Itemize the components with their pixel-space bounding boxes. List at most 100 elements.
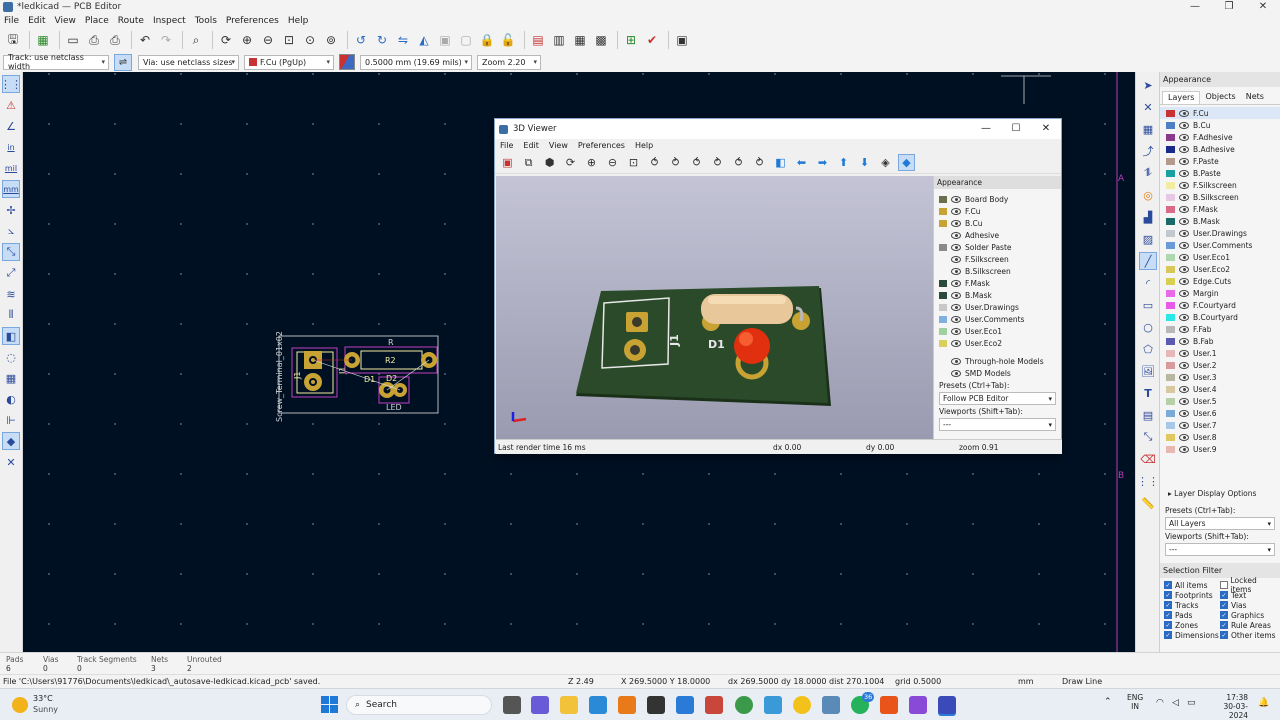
add-footprint-icon[interactable]: ▦: [1139, 120, 1157, 138]
eye-icon[interactable]: [1179, 325, 1189, 333]
add-zone-icon[interactable]: ▟: [1139, 208, 1157, 226]
layer-select[interactable]: F.Cu (PgUp) ▾: [244, 54, 334, 70]
layer-color-swatch[interactable]: [1166, 409, 1175, 417]
layer-color-swatch[interactable]: [1166, 241, 1175, 249]
rotate-ccw-icon[interactable]: ↺: [352, 31, 370, 49]
layer-row[interactable]: User.Eco1: [1160, 251, 1280, 263]
selection-filter-checkbox[interactable]: ✓ Other items: [1220, 630, 1276, 640]
viewer-maximize-button[interactable]: ☐: [1001, 119, 1031, 139]
layer-color-swatch[interactable]: [1166, 301, 1175, 309]
3d-layer-row[interactable]: F.Silkscreen: [934, 253, 1061, 265]
eye-icon[interactable]: [1179, 145, 1189, 153]
layers-manager-icon[interactable]: ◆: [898, 154, 915, 171]
curved-ratsnest-icon[interactable]: ⤢: [2, 264, 20, 282]
checkbox-icon[interactable]: ✓: [1164, 601, 1172, 609]
eye-icon[interactable]: [1179, 349, 1189, 357]
selection-filter-checkbox[interactable]: ✓ Pads: [1164, 610, 1220, 620]
layer-color-swatch[interactable]: [1166, 169, 1175, 177]
eye-icon[interactable]: [1179, 337, 1189, 345]
track-outline-icon[interactable]: ▦: [2, 369, 20, 387]
layer-row[interactable]: F.Mask: [1160, 203, 1280, 215]
layer-color-swatch[interactable]: [1166, 289, 1175, 297]
layer-color-swatch[interactable]: [1166, 133, 1175, 141]
units-mil-toggle[interactable]: mil: [2, 159, 20, 177]
eye-icon[interactable]: [1179, 169, 1189, 177]
measure-tool-icon[interactable]: 📏: [1139, 494, 1157, 512]
selection-filter-checkbox[interactable]: ✓ Vias: [1220, 600, 1276, 610]
via-size-select[interactable]: Via: use netclass sizes ▾: [138, 54, 239, 70]
taskbar-search-box[interactable]: ⌕ Search: [346, 695, 492, 715]
layer-row[interactable]: B.Fab: [1160, 335, 1280, 347]
selection-filter-checkbox[interactable]: ✓ Footprints: [1164, 590, 1220, 600]
layer-color-swatch[interactable]: [1166, 421, 1175, 429]
presets-select[interactable]: All Layers ▾: [1165, 517, 1275, 530]
checkbox-icon[interactable]: ✓: [1164, 621, 1172, 629]
selection-filter-checkbox[interactable]: ✓ Rule Areas: [1220, 620, 1276, 630]
eye-icon[interactable]: [951, 339, 961, 347]
local-ratsnest-icon[interactable]: ✕: [1139, 98, 1157, 116]
layer-row[interactable]: B.Cu: [1160, 119, 1280, 131]
draw-circle-icon[interactable]: ○: [1139, 318, 1157, 336]
eye-icon[interactable]: [1179, 289, 1189, 297]
notion-icon[interactable]: [647, 696, 665, 714]
eye-icon[interactable]: [1179, 277, 1189, 285]
wifi-icon[interactable]: ◠: [1156, 698, 1164, 708]
eye-icon[interactable]: [951, 279, 961, 287]
zoom-selection-icon[interactable]: ⊚: [322, 31, 340, 49]
layer-row[interactable]: B.Adhesive: [1160, 143, 1280, 155]
layer-row[interactable]: F.Cu: [1160, 107, 1280, 119]
grid-toggle-icon[interactable]: ⋮⋮: [0, 75, 22, 93]
eye-icon[interactable]: [1179, 397, 1189, 405]
menu-preferences[interactable]: Preferences: [226, 16, 279, 26]
draw-polygon-icon[interactable]: ⬠: [1139, 340, 1157, 358]
layer-row[interactable]: User.2: [1160, 359, 1280, 371]
layer-row[interactable]: User.Eco2: [1160, 263, 1280, 275]
rotate-x-ccw-icon[interactable]: ⥁: [667, 154, 684, 171]
app-icon[interactable]: [909, 696, 927, 714]
3d-layer-row[interactable]: B.Mask: [934, 289, 1061, 301]
layer-row[interactable]: Edge.Cuts: [1160, 275, 1280, 287]
layer-color-swatch[interactable]: [1166, 157, 1175, 165]
maximize-button[interactable]: ❐: [1212, 0, 1246, 14]
3d-viewer-icon[interactable]: ▩: [592, 31, 610, 49]
rotate-z-cw-icon[interactable]: ⥀: [730, 154, 747, 171]
move-right-icon[interactable]: ➡: [814, 154, 831, 171]
eye-icon[interactable]: [951, 327, 961, 335]
tab-nets[interactable]: Nets: [1241, 91, 1269, 104]
vscode-icon[interactable]: [676, 696, 694, 714]
add-image-icon[interactable]: 🖼: [1139, 362, 1157, 380]
eye-icon[interactable]: [1179, 109, 1189, 117]
layer-color-swatch[interactable]: [1166, 193, 1175, 201]
mirror-icon[interactable]: ◭: [415, 31, 433, 49]
layer-row[interactable]: User.9: [1160, 443, 1280, 455]
flip-board-icon[interactable]: ◧: [772, 154, 789, 171]
photos-icon[interactable]: [822, 696, 840, 714]
eye-icon[interactable]: [1179, 373, 1189, 381]
teams-icon[interactable]: [531, 696, 549, 714]
rotate-z-ccw-icon[interactable]: ⥁: [751, 154, 768, 171]
eye-icon[interactable]: [1179, 361, 1189, 369]
zoom-out-icon[interactable]: ⊖: [604, 154, 621, 171]
flip-icon[interactable]: ⇋: [394, 31, 412, 49]
select-tool-icon[interactable]: ➤: [1139, 76, 1157, 94]
schematic-icon[interactable]: ⊞: [622, 31, 640, 49]
zoom-fit-icon[interactable]: ⊡: [625, 154, 642, 171]
eye-icon[interactable]: [1179, 157, 1189, 165]
route-track-icon[interactable]: ⤴: [1139, 142, 1157, 160]
3d-layer-row[interactable]: F.Cu: [934, 205, 1061, 217]
zoom-fit-icon[interactable]: ⊡: [280, 31, 298, 49]
checkbox-icon[interactable]: ✓: [1220, 631, 1228, 639]
3d-model-row[interactable]: SMD Models: [934, 367, 1061, 379]
layer-row[interactable]: Margin: [1160, 287, 1280, 299]
viewports-select[interactable]: --- ▾: [1165, 543, 1275, 556]
eye-icon[interactable]: [951, 267, 961, 275]
layer-color-swatch[interactable]: [1166, 265, 1175, 273]
angle-constraint-icon[interactable]: ⦣: [2, 222, 20, 240]
menu-file[interactable]: File: [4, 16, 19, 26]
via-outline-icon[interactable]: ◌: [2, 348, 20, 366]
eye-icon[interactable]: [1179, 421, 1189, 429]
checkbox-icon[interactable]: ✓: [1220, 621, 1228, 629]
layer-color-swatch[interactable]: [1166, 145, 1175, 153]
route-diff-pair-icon[interactable]: ⥮: [1139, 164, 1157, 182]
footprint-browser-icon[interactable]: ▦: [571, 31, 589, 49]
